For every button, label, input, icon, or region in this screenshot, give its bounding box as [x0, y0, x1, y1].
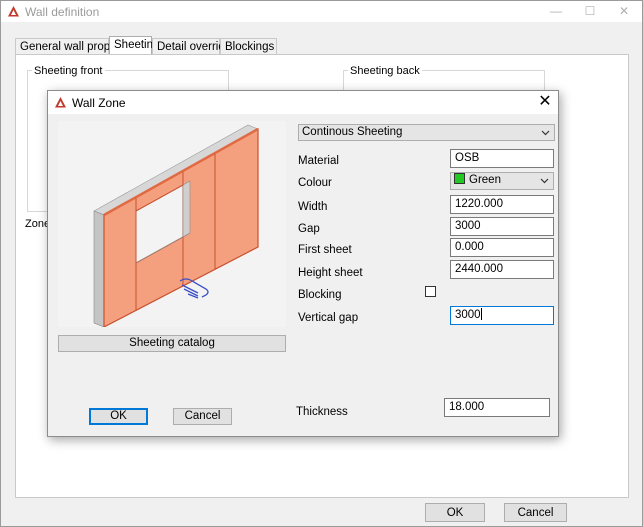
vertical-gap-label: Vertical gap [298, 312, 359, 324]
minimize-button[interactable]: — [539, 1, 573, 22]
sheeting-type-select[interactable]: Continous Sheeting [298, 124, 555, 141]
tab-blockings[interactable]: Blockings [220, 38, 277, 54]
window-title: Wall definition [25, 5, 100, 19]
sheeting-front-label: Sheeting front [32, 65, 105, 77]
wall-preview-image [93, 124, 259, 327]
window-titlebar[interactable]: Wall definition — ☐ ✕ [1, 1, 642, 22]
thickness-input[interactable]: 18.000 [444, 398, 550, 417]
height-sheet-label: Height sheet [298, 267, 363, 279]
tab-general-wall-properties[interactable]: General wall properties [15, 38, 138, 54]
ok-button[interactable]: OK [425, 503, 485, 522]
vertical-gap-value: 3000 [455, 309, 481, 321]
width-label: Width [298, 201, 328, 213]
tab-sheeting[interactable]: Sheeting [109, 36, 159, 55]
material-input[interactable]: OSB [450, 149, 554, 168]
thickness-label: Thickness [296, 406, 348, 418]
dialog-titlebar[interactable]: Wall Zone ✕ [48, 91, 558, 114]
chevron-down-icon [541, 130, 550, 136]
close-button[interactable]: ✕ [607, 1, 641, 22]
colour-swatch [454, 173, 465, 184]
gap-input[interactable]: 3000 [450, 217, 554, 236]
dialog-ok-button[interactable]: OK [89, 408, 148, 425]
sheeting-catalog-button[interactable]: Sheeting catalog [58, 335, 286, 352]
sheeting-back-label: Sheeting back [348, 65, 422, 77]
sheeting-type-value: Continous Sheeting [302, 126, 403, 138]
wall-preview [58, 121, 286, 327]
app-icon [8, 6, 19, 17]
height-sheet-input[interactable]: 2440.000 [450, 260, 554, 279]
colour-label: Colour [298, 177, 332, 189]
colour-value: Green [469, 174, 501, 186]
vertical-gap-input[interactable]: 3000 [450, 306, 554, 325]
wall-zone-dialog: Wall Zone ✕ Sheeting catalog Continous S… [47, 90, 559, 437]
width-input[interactable]: 1220.000 [450, 195, 554, 214]
first-sheet-input[interactable]: 0.000 [450, 238, 554, 257]
cancel-button[interactable]: Cancel [504, 503, 567, 522]
blocking-label: Blocking [298, 289, 342, 301]
dialog-title: Wall Zone [72, 96, 126, 110]
first-sheet-label: First sheet [298, 244, 352, 256]
close-icon[interactable]: ✕ [534, 92, 556, 112]
colour-select[interactable]: Green [450, 172, 554, 190]
material-label: Material [298, 155, 339, 167]
app-icon [55, 97, 66, 108]
chevron-down-icon [540, 178, 549, 184]
blocking-checkbox[interactable] [425, 286, 436, 297]
text-caret [480, 308, 482, 320]
tab-detail-overrides[interactable]: Detail overrides [152, 38, 237, 54]
gap-label: Gap [298, 223, 320, 235]
dialog-cancel-button[interactable]: Cancel [173, 408, 232, 425]
maximize-button[interactable]: ☐ [573, 1, 607, 22]
